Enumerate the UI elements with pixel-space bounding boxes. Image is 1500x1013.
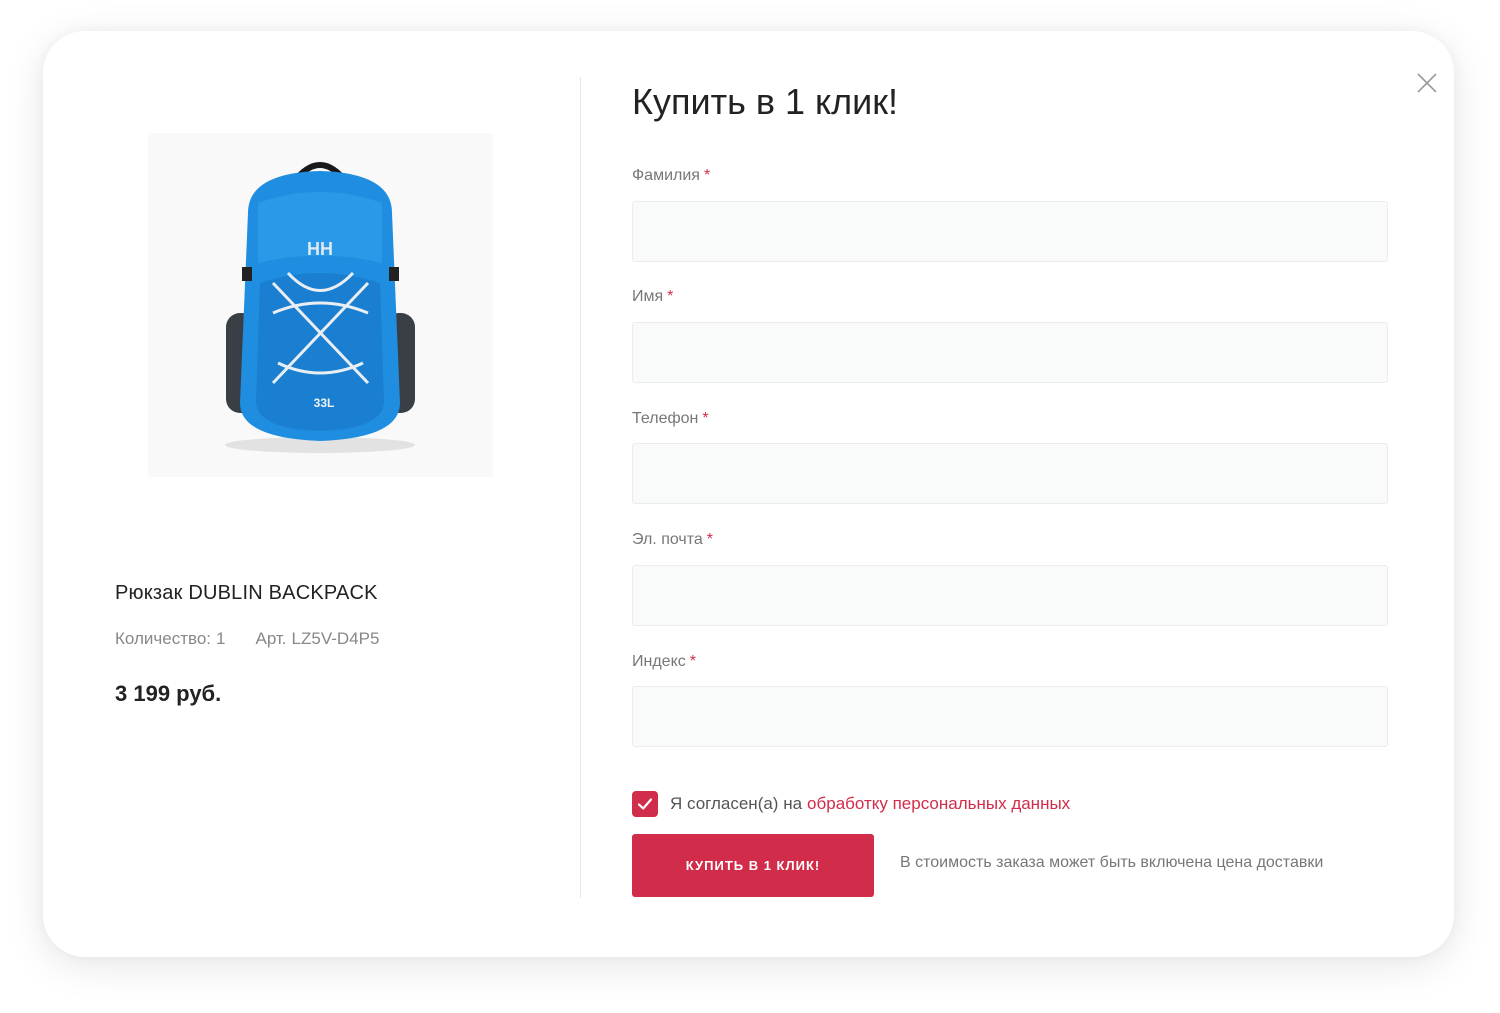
email-field[interactable] — [632, 565, 1388, 626]
first-name-field[interactable] — [632, 322, 1388, 383]
privacy-policy-link[interactable]: обработку персональных данных — [807, 794, 1070, 814]
postcode-label: Индекс * — [632, 653, 696, 670]
consent-text: Я согласен(а) на — [670, 794, 803, 813]
postcode-field[interactable] — [632, 686, 1388, 747]
delivery-note: В стоимость заказа может быть включена ц… — [900, 854, 1324, 871]
article-value: LZ5V-D4P5 — [291, 629, 380, 648]
svg-text:33L: 33L — [314, 396, 335, 410]
article-label: Арт. — [255, 629, 287, 648]
product-name: Рюкзак DUBLIN BACKPACK — [115, 582, 378, 604]
required-mark: * — [702, 410, 709, 427]
phone-field[interactable] — [632, 443, 1388, 504]
modal-title: Купить в 1 клик! — [632, 81, 898, 122]
product-price: 3 199 руб. — [115, 681, 222, 706]
first-name-label: Имя * — [632, 288, 674, 305]
consent-row: Я согласен(а) на обработку персональных … — [632, 791, 1070, 817]
last-name-field[interactable] — [632, 201, 1388, 262]
last-name-label: Фамилия * — [632, 167, 711, 184]
buy-one-click-modal: HH 33L Рюкзак DUBLIN BACKPACK Количество… — [43, 31, 1454, 957]
product-quantity: Количество: 1 — [115, 629, 225, 649]
required-mark: * — [706, 531, 714, 548]
quantity-label: Количество: — [115, 629, 212, 648]
close-icon[interactable] — [1415, 71, 1439, 95]
phone-label: Телефон * — [632, 410, 709, 427]
product-article: Арт. LZ5V-D4P5 — [255, 629, 379, 649]
email-label: Эл. почта * — [632, 531, 714, 548]
quantity-value: 1 — [216, 629, 226, 648]
panel-divider — [580, 77, 581, 898]
consent-checkbox[interactable] — [632, 791, 658, 817]
required-mark: * — [667, 288, 674, 305]
svg-text:HH: HH — [307, 239, 333, 259]
required-mark: * — [703, 167, 711, 184]
buy-one-click-button[interactable]: купить в 1 клик! — [632, 834, 874, 897]
product-meta: Количество: 1 Арт. LZ5V-D4P5 — [115, 629, 379, 649]
product-image: HH 33L — [148, 133, 493, 477]
required-mark: * — [689, 653, 696, 670]
checkmark-icon — [637, 798, 653, 810]
